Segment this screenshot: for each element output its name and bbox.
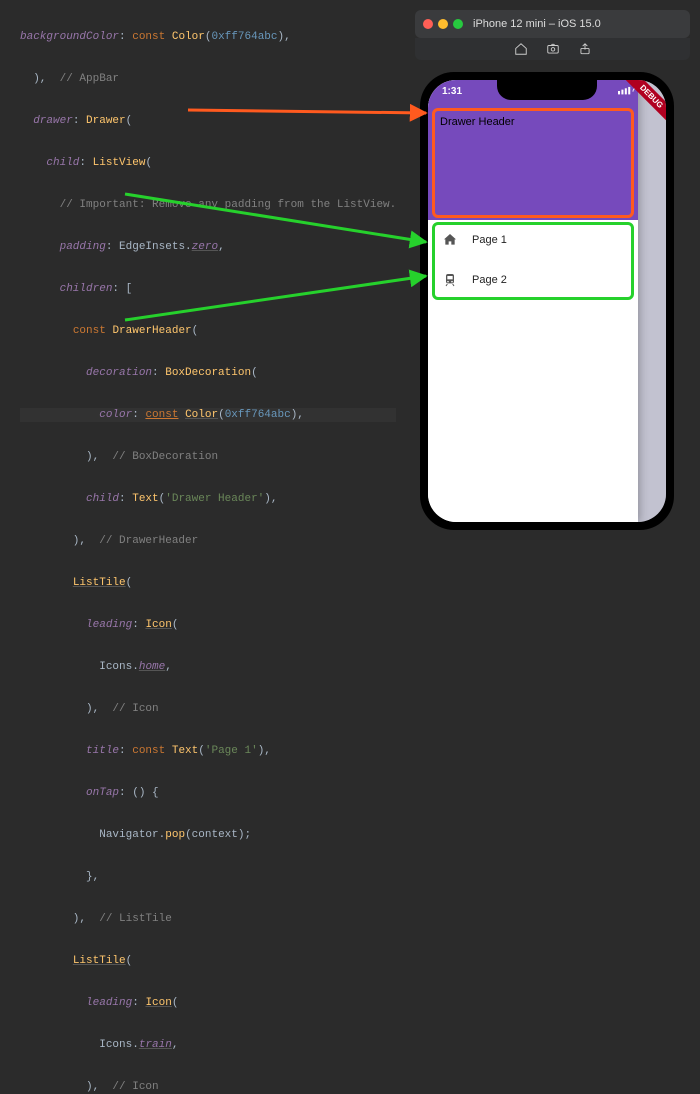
code-editor[interactable]: backgroundColor: const Color(0xff764abc)… bbox=[0, 0, 430, 547]
navigation-drawer[interactable]: Drawer Header Page 1 Page 2 bbox=[428, 80, 638, 522]
simulator-toolbar bbox=[415, 38, 690, 60]
traffic-lights[interactable] bbox=[423, 19, 463, 29]
share-icon[interactable] bbox=[578, 42, 592, 56]
device-screen[interactable]: DEBUG 1:31 Drawer Header Page 1 bbox=[428, 80, 666, 522]
close-icon[interactable] bbox=[423, 19, 433, 29]
list-tile-page-2[interactable]: Page 2 bbox=[428, 260, 638, 300]
simulator-titlebar[interactable]: iPhone 12 mini – iOS 15.0 bbox=[415, 10, 690, 38]
code-lines: backgroundColor: const Color(0xff764abc)… bbox=[20, 2, 396, 1094]
device-frame: DEBUG 1:31 Drawer Header Page 1 bbox=[420, 72, 674, 530]
list-tile-page-1[interactable]: Page 1 bbox=[428, 220, 638, 260]
simulator-title: iPhone 12 mini – iOS 15.0 bbox=[473, 18, 601, 30]
screenshot-icon[interactable] bbox=[546, 42, 560, 56]
list-tile-label: Page 1 bbox=[472, 234, 507, 246]
home-icon bbox=[442, 232, 458, 248]
drawer-backdrop[interactable] bbox=[638, 80, 666, 522]
status-time: 1:31 bbox=[442, 86, 462, 110]
zoom-icon[interactable] bbox=[453, 19, 463, 29]
train-icon bbox=[442, 272, 458, 288]
list-tile-label: Page 2 bbox=[472, 274, 507, 286]
drawer-header-text: Drawer Header bbox=[440, 116, 515, 128]
notch bbox=[497, 80, 597, 100]
minimize-icon[interactable] bbox=[438, 19, 448, 29]
home-icon[interactable] bbox=[514, 42, 528, 56]
